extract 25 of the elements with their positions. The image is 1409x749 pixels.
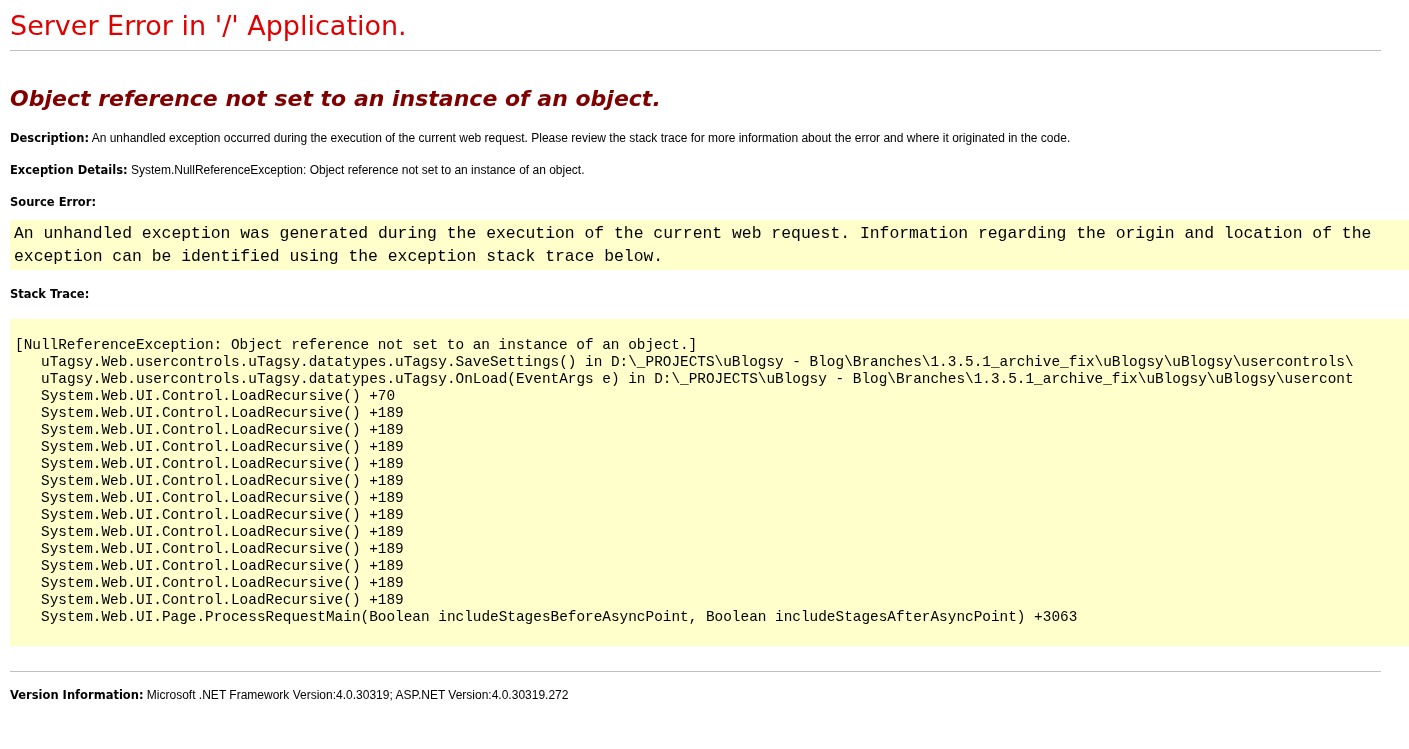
stack-trace-heading: Stack Trace: <box>10 287 91 302</box>
stack-frame-line: System.Web.UI.Control.LoadRecursive() +189 <box>41 575 404 592</box>
stack-frame-line: System.Web.UI.Control.LoadRecursive() +189 <box>41 473 404 490</box>
stack-frame-line: System.Web.UI.Control.LoadRecursive() +189 <box>41 439 404 456</box>
stack-frame-line: System.Web.UI.Control.LoadRecursive() +189 <box>41 456 404 473</box>
source-error-text: An unhandled exception was generated during the execution of the current web request. Information regarding the origin and location of the exception can be identified using the exception stack trace below. <box>10 220 1409 270</box>
stack-frame-line: System.Web.UI.Page.ProcessRequestMain(Boolean includeStagesBeforeAsyncPoint, Boolean includeStagesAfterAsyncPoint) +3063 <box>41 609 1078 626</box>
exception-details-text: Exception Details: System.NullReferenceException: Object reference not set to an instance of an object. <box>10 163 586 178</box>
source-error-heading: Source Error: <box>10 195 98 210</box>
stack-frame-line: System.Web.UI.Control.LoadRecursive() +189 <box>41 558 404 575</box>
stack-frame-line: System.Web.UI.Control.LoadRecursive() +189 <box>41 507 404 524</box>
exception-line: [NullReferenceException: Object reference not set to an instance of an object.] <box>15 337 698 354</box>
stack-frame-line: System.Web.UI.Control.LoadRecursive() +189 <box>41 422 404 439</box>
error-message: Object reference not set to an instance of an object. <box>10 85 662 113</box>
stack-frame-line: System.Web.UI.Control.LoadRecursive() +189 <box>41 490 404 507</box>
stack-frame-line: uTagsy.Web.usercontrols.uTagsy.datatypes.uTagsy.SaveSettings() in D:\_PROJECTS\uBlogsy - Blog\Branches\1.3.5.1_archive_fix\uBlogsy\uBlogsy\usercontrols\ <box>41 354 1354 371</box>
stack-frame-line: System.Web.UI.Control.LoadRecursive() +189 <box>41 541 404 558</box>
stack-frame-line: System.Web.UI.Control.LoadRecursive() +70 <box>41 388 396 405</box>
description-text: Description: An unhandled exception occurred during the execution of the current web request. Please review the stack trace for more information about the error and where it originated in the code. <box>10 131 1072 146</box>
stack-frame-line: System.Web.UI.Control.LoadRecursive() +189 <box>41 592 404 609</box>
stack-frame-line: System.Web.UI.Control.LoadRecursive() +189 <box>41 405 404 422</box>
stack-frame-line: System.Web.UI.Control.LoadRecursive() +189 <box>41 524 404 541</box>
version-information-text: Version Information: Microsoft .NET Framework Version:4.0.30319; ASP.NET Version:4.0.30319.272 <box>10 688 570 703</box>
stack-frame-line: uTagsy.Web.usercontrols.uTagsy.datatypes.uTagsy.OnLoad(EventArgs e) in D:\_PROJECTS\uBlogsy - Blog\Branches\1.3.5.1_archive_fix\uBlogsy\uBlogsy\usercont <box>41 371 1354 388</box>
page-title: Server Error in '/' Application. <box>10 9 408 43</box>
